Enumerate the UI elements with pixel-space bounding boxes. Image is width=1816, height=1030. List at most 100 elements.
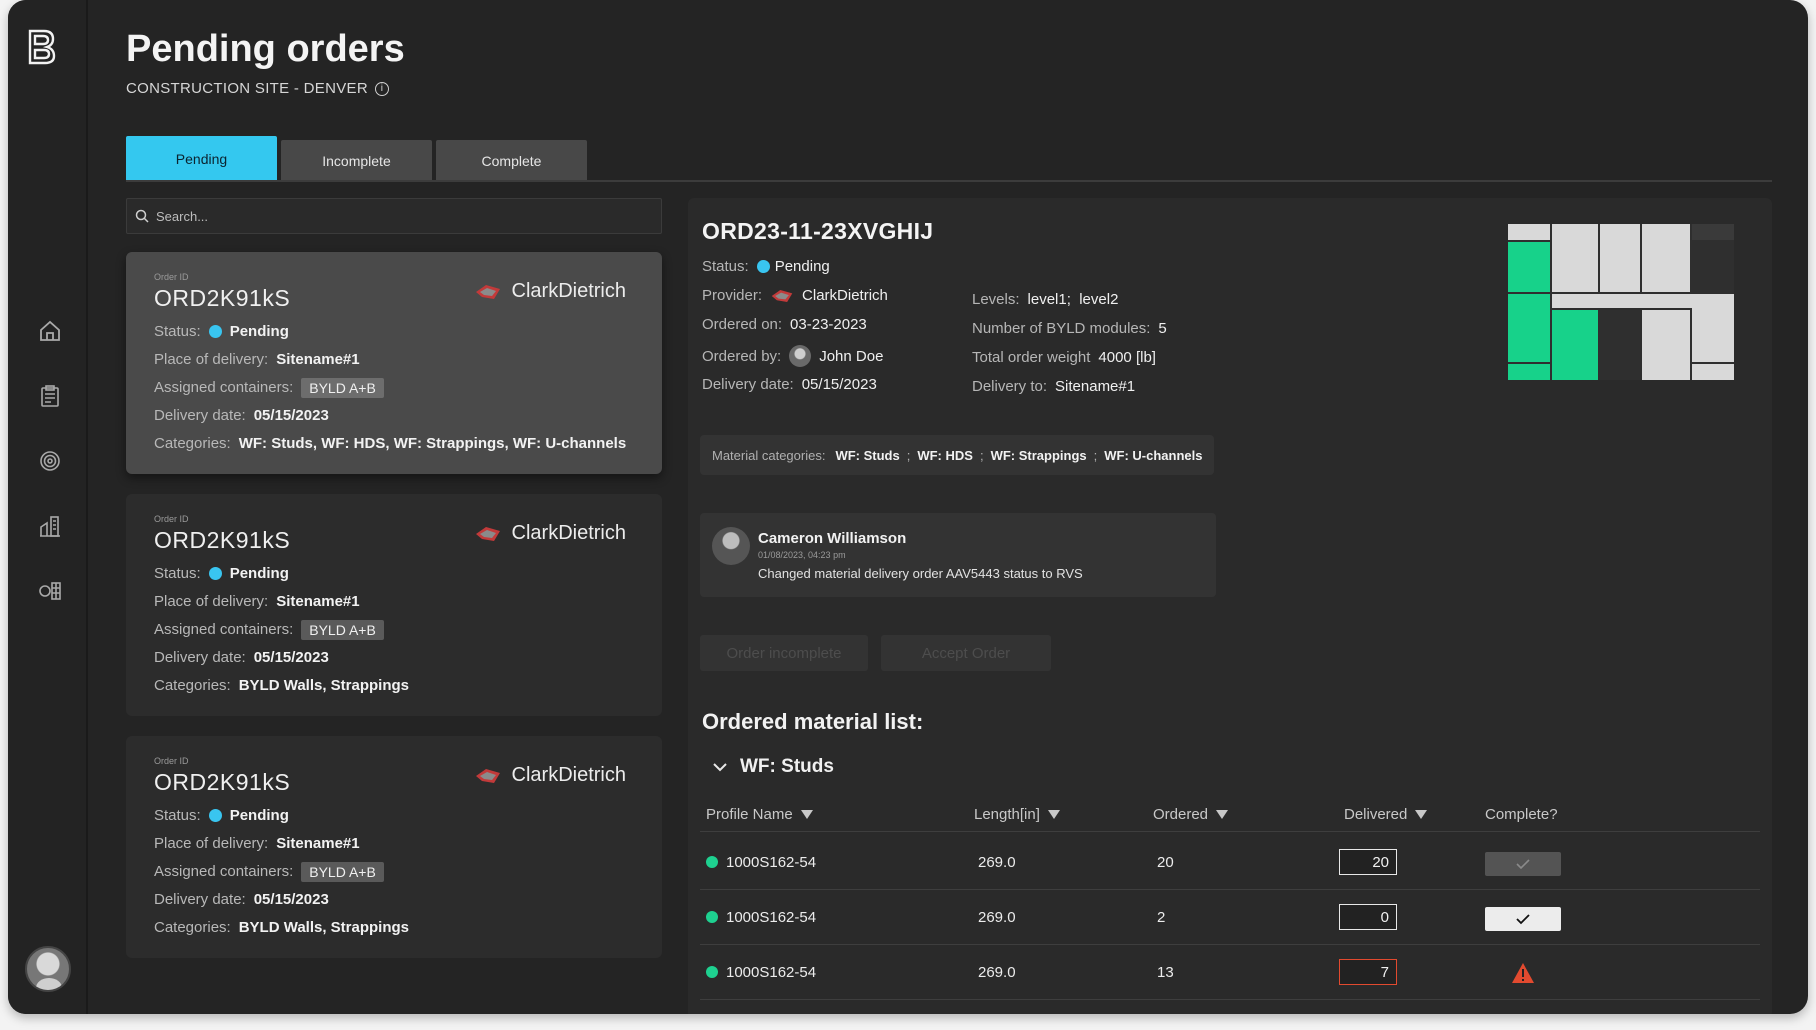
status-dot	[208, 567, 222, 580]
column-label: Delivered	[1344, 806, 1408, 823]
length-cell: 269.0	[978, 964, 1016, 981]
material-category: WF: Strappings	[990, 447, 1087, 463]
user-avatar[interactable]	[25, 946, 71, 992]
date-label: Delivery date:	[154, 649, 246, 666]
activity-user-name: Cameron Williamson	[758, 530, 907, 547]
weight-label: Total order weight	[972, 349, 1091, 366]
material-category: WF: U-channels	[1104, 447, 1203, 463]
detail-status: Status: Pending	[702, 258, 830, 275]
status-label: Status:	[154, 565, 201, 582]
complete-checkbox[interactable]	[1485, 852, 1561, 876]
clarkdietrich-logo-icon	[475, 284, 500, 299]
categories-label: Categories:	[154, 435, 231, 452]
detail-delivery-to: Delivery to: Sitename#1	[972, 378, 1135, 395]
module-block	[1508, 224, 1550, 240]
tab-incomplete[interactable]: Incomplete	[281, 140, 432, 182]
status-label: Status:	[702, 258, 749, 275]
clipboard-icon[interactable]	[37, 383, 63, 409]
sort-triangle-icon[interactable]	[1415, 810, 1428, 819]
status-value: Pending	[229, 323, 289, 340]
module-block	[1508, 294, 1550, 362]
material-category: WF: Studs	[835, 447, 900, 463]
sort-triangle-icon[interactable]	[1047, 810, 1060, 819]
column-header-delivered[interactable]: Delivered	[1344, 806, 1428, 823]
categories-value: WF: Studs, WF: HDS, WF: Strappings, WF: …	[238, 435, 627, 452]
complete-checkbox[interactable]	[1485, 907, 1561, 931]
module-block	[1692, 294, 1734, 362]
tab-pending[interactable]: Pending	[126, 136, 277, 182]
check-icon	[1516, 914, 1530, 925]
detail-provider: Provider: ClarkDietrich	[702, 287, 888, 304]
delivered-input[interactable]	[1339, 904, 1397, 930]
building-icon[interactable]	[37, 513, 63, 539]
detail-delivery-date: Delivery date: 05/15/2023	[702, 376, 877, 393]
table-divider	[700, 889, 1760, 890]
container-icon[interactable]	[37, 578, 63, 604]
status-dot	[706, 856, 718, 868]
column-header-profile[interactable]: Profile Name	[706, 806, 813, 823]
ordered-cell: 2	[1157, 909, 1166, 926]
status-dot	[208, 809, 222, 822]
warning-icon	[1512, 963, 1534, 983]
place-label: Place of delivery:	[154, 593, 269, 610]
provider-name: ClarkDietrich	[511, 280, 626, 302]
status-dot	[756, 260, 770, 273]
container-chip: BYLD A+B	[301, 861, 384, 882]
categories-label: Categories:	[154, 919, 231, 936]
tab-complete[interactable]: Complete	[436, 140, 587, 182]
clarkdietrich-logo-icon	[771, 289, 793, 302]
module-block	[1642, 310, 1690, 380]
provider-value: ClarkDietrich	[802, 287, 888, 304]
search-box	[126, 198, 662, 234]
status-value: Pending	[774, 258, 830, 275]
delivered-input[interactable]	[1339, 959, 1397, 985]
categories-value: BYLD Walls, Strappings	[238, 677, 410, 694]
order-card[interactable]: Order ID ORD2K91kS ClarkDietrich Status:…	[126, 252, 662, 474]
accept-order-button[interactable]: Accept Order	[881, 635, 1051, 671]
status-label: Status:	[154, 323, 201, 340]
activity-timestamp: 01/08/2023, 04:23 pm	[758, 550, 846, 560]
order-card[interactable]: Order ID ORD2K91kS ClarkDietrich Status:…	[126, 494, 662, 716]
place-value: Sitename#1	[276, 351, 360, 368]
activity-item: Cameron Williamson 01/08/2023, 04:23 pm …	[700, 513, 1216, 597]
status-value: Pending	[229, 565, 289, 582]
search-icon	[135, 209, 149, 223]
order-card[interactable]: Order ID ORD2K91kS ClarkDietrich Status:…	[126, 736, 662, 958]
column-header-length[interactable]: Length[in]	[974, 806, 1060, 823]
site-name: CONSTRUCTION SITE - DENVER	[126, 80, 368, 97]
delivered-input[interactable]	[1339, 849, 1397, 875]
column-header-ordered[interactable]: Ordered	[1153, 806, 1229, 823]
module-block	[1552, 224, 1598, 292]
module-layout-graphic	[1508, 224, 1734, 380]
ordered-on-value: 03-23-2023	[790, 316, 867, 333]
provider: ClarkDietrich	[474, 522, 626, 545]
provider-name: ClarkDietrich	[511, 764, 626, 786]
material-group-header[interactable]: WF: Studs	[712, 756, 834, 778]
tab-divider	[126, 180, 1772, 182]
module-block	[1692, 224, 1734, 240]
status-value: Pending	[229, 807, 289, 824]
chevron-down-icon[interactable]	[712, 762, 728, 772]
module-block	[1508, 242, 1550, 292]
column-label: Complete?	[1485, 806, 1558, 823]
byld-logo-icon[interactable]	[26, 28, 56, 66]
column-label: Profile Name	[706, 806, 793, 823]
ordered-by-avatar	[789, 345, 812, 367]
check-icon	[1516, 859, 1530, 870]
date-label: Delivery date:	[154, 891, 246, 908]
info-icon[interactable]: i	[374, 81, 389, 96]
container-chip: BYLD A+B	[301, 377, 384, 398]
order-incomplete-button[interactable]: Order incomplete	[700, 635, 868, 671]
module-block	[1600, 224, 1640, 292]
search-input[interactable]	[156, 208, 636, 224]
container-chip: BYLD A+B	[301, 619, 384, 640]
sort-triangle-icon[interactable]	[800, 810, 813, 819]
app-window: Pending orders CONSTRUCTION SITE - DENVE…	[8, 0, 1808, 1014]
tab-bar: Pending Incomplete Complete	[126, 136, 587, 182]
target-icon[interactable]	[37, 448, 63, 474]
home-icon[interactable]	[37, 318, 63, 344]
date-label: Delivery date:	[154, 407, 246, 424]
modules-label: Number of BYLD modules:	[972, 320, 1151, 337]
sort-triangle-icon[interactable]	[1216, 810, 1229, 819]
delivery-date-label: Delivery date:	[702, 376, 794, 393]
